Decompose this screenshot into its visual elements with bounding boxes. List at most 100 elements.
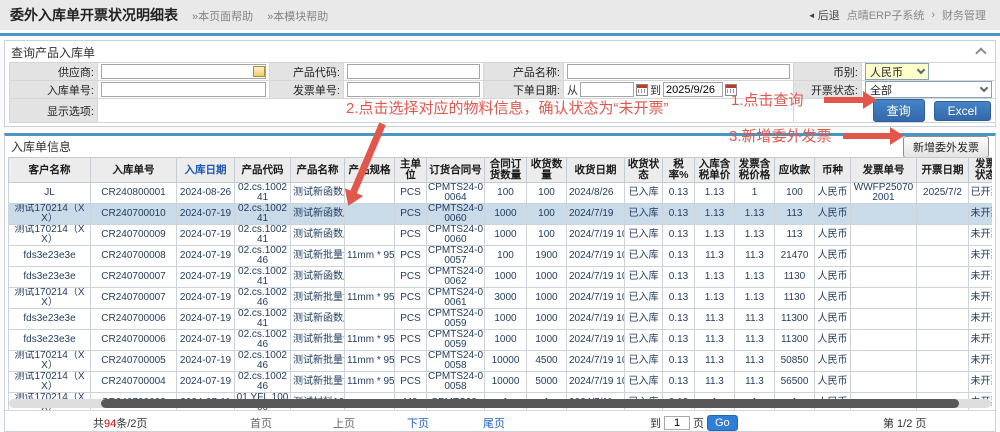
table-cell: CR240700005	[91, 351, 177, 372]
table-row[interactable]: fds3e23e3eCR2407000072024-07-1902.cs.100…	[9, 267, 993, 288]
table-cell: 测试新函数成	[291, 225, 345, 246]
table-cell: 1000	[485, 225, 527, 246]
table-cell: 2024/7/19 10	[567, 225, 625, 246]
column-header[interactable]: 入库日期	[177, 158, 235, 183]
add-outsource-invoice-button[interactable]: 新增委外发票	[903, 136, 989, 158]
table-cell: 人民币	[815, 225, 851, 246]
table-cell: 人民币	[815, 267, 851, 288]
table-cell: PCS	[395, 267, 427, 288]
table-cell	[917, 225, 969, 246]
annotation-arrow1	[824, 97, 864, 103]
currency-select[interactable]: 人民币	[865, 63, 929, 80]
supplier-lookup-icon[interactable]	[253, 66, 265, 77]
collapse-icon[interactable]	[977, 47, 985, 55]
page-number-input[interactable]	[664, 416, 690, 430]
back-button[interactable]: ◄ 后退	[808, 7, 840, 23]
date-from-input[interactable]	[580, 82, 634, 97]
table-cell: PCS	[395, 183, 427, 204]
receipt-no-input[interactable]	[101, 82, 266, 97]
table-cell: 2024-07-19	[177, 204, 235, 225]
table-row[interactable]: 测试170214（XX）CR2407000102024-07-1902.cs.1…	[9, 204, 993, 225]
table-cell: PCS	[395, 288, 427, 309]
table-cell: 已入库	[625, 309, 663, 330]
column-header: 客户名称	[9, 158, 91, 183]
table-cell: 测试新批量领	[291, 351, 345, 372]
column-header: 税率%	[663, 158, 695, 183]
module-help-link[interactable]: »本模块帮助	[267, 8, 328, 24]
table-cell: 2024/7/19 10	[567, 330, 625, 351]
table-cell	[917, 267, 969, 288]
page-help-link[interactable]: »本页面帮助	[192, 8, 253, 24]
invoice-status-select[interactable]: 全部	[865, 81, 992, 98]
table-cell: 2024-07-19	[177, 351, 235, 372]
invoice-no-input[interactable]	[347, 82, 480, 97]
table-cell: CPMTS24-00059	[427, 330, 485, 351]
table-cell: 11.3	[735, 309, 775, 330]
table-row[interactable]: 测试170214（XX）CR2407000072024-07-1902.cs.1…	[9, 288, 993, 309]
table-cell: PCS	[395, 225, 427, 246]
table-cell: CPMTS24-00058	[427, 351, 485, 372]
horizontal-scrollbar-thumb[interactable]	[101, 399, 959, 408]
table-row[interactable]: fds3e23e3eCR2407000062024-07-1902.cs.100…	[9, 330, 993, 351]
annotation-arrow3	[843, 133, 891, 139]
date-to-input[interactable]	[663, 82, 723, 97]
table-cell: 人民币	[815, 288, 851, 309]
table-cell: 11.3	[695, 372, 735, 393]
table-cell: CR240700006	[91, 330, 177, 351]
page-title: 委外入库单开票状况明细表	[10, 5, 178, 25]
table-cell: 11mm * 95m	[345, 351, 395, 372]
table-cell	[851, 372, 917, 393]
table-cell: 0.13	[663, 204, 695, 225]
chevron-down-icon	[980, 84, 988, 92]
table-header-row: 客户名称入库单号入库日期产品代码产品名称产品规格主单位订货合同号合同订货数量收货…	[9, 158, 993, 183]
display-options-label: 显示选项:	[10, 99, 98, 123]
table-cell: 未开票	[969, 330, 993, 351]
table-cell: 100	[485, 246, 527, 267]
table-cell	[851, 351, 917, 372]
search-button[interactable]: 查询	[873, 99, 925, 122]
table-cell: CR240800001	[91, 183, 177, 204]
table-cell: 已入库	[625, 351, 663, 372]
table-cell: 02.cs.100246	[235, 351, 291, 372]
table-cell: 测试新批量领	[291, 372, 345, 393]
product-name-input[interactable]	[567, 64, 790, 79]
table-cell: 11300	[775, 309, 815, 330]
table-cell: 人民币	[815, 351, 851, 372]
table-cell: 2024-07-19	[177, 372, 235, 393]
table-cell: 1.13	[695, 225, 735, 246]
table-cell: CPMTS24-00060	[427, 225, 485, 246]
table-cell: 人民币	[815, 183, 851, 204]
column-header: 入库含税单价	[695, 158, 735, 183]
table-cell: 0.13	[663, 288, 695, 309]
table-row[interactable]: fds3e23e3eCR2407000082024-07-1902.cs.100…	[9, 246, 993, 267]
table-cell: 02.cs.100246	[235, 330, 291, 351]
table-cell: 1.13	[695, 183, 735, 204]
breadcrumb-system[interactable]: 点晴ERP子系统	[847, 7, 925, 23]
table-cell	[917, 309, 969, 330]
table-cell: CPMTS24-00057	[427, 246, 485, 267]
supplier-input[interactable]	[101, 64, 266, 79]
table-row[interactable]: JLCR2408000012024-08-2602.cs.100241测试新函数…	[9, 183, 993, 204]
column-header: 收货日期	[567, 158, 625, 183]
table-cell: WWFP250702001	[851, 183, 917, 204]
table-cell: 1000	[527, 330, 567, 351]
table-cell: 人民币	[815, 246, 851, 267]
calendar-icon[interactable]	[636, 84, 648, 96]
product-code-input[interactable]	[347, 64, 480, 79]
table-cell	[917, 351, 969, 372]
table-cell: 2024-07-19	[177, 267, 235, 288]
table-cell: 测试新函数成	[291, 309, 345, 330]
table-cell	[917, 372, 969, 393]
table-cell: 1000	[527, 288, 567, 309]
table-cell: 已开票	[969, 183, 993, 204]
table-row[interactable]: 测试170214（XX）CR2407000052024-07-1902.cs.1…	[9, 351, 993, 372]
annotation-step1: 1.点击查询	[731, 89, 804, 110]
table-row[interactable]: 测试170214（XX）CR2407000092024-07-1902.cs.1…	[9, 225, 993, 246]
excel-button[interactable]: Excel	[934, 101, 991, 121]
breadcrumb-section[interactable]: 财务管理	[942, 7, 986, 23]
table-row[interactable]: fds3e23e3eCR2407000062024-07-1902.cs.100…	[9, 309, 993, 330]
table-cell: 2025/7/2	[917, 183, 969, 204]
table-cell: 1.13	[695, 288, 735, 309]
table-row[interactable]: 测试170214（XX）CR2407000042024-07-1902.cs.1…	[9, 372, 993, 393]
table-cell: 4500	[527, 351, 567, 372]
